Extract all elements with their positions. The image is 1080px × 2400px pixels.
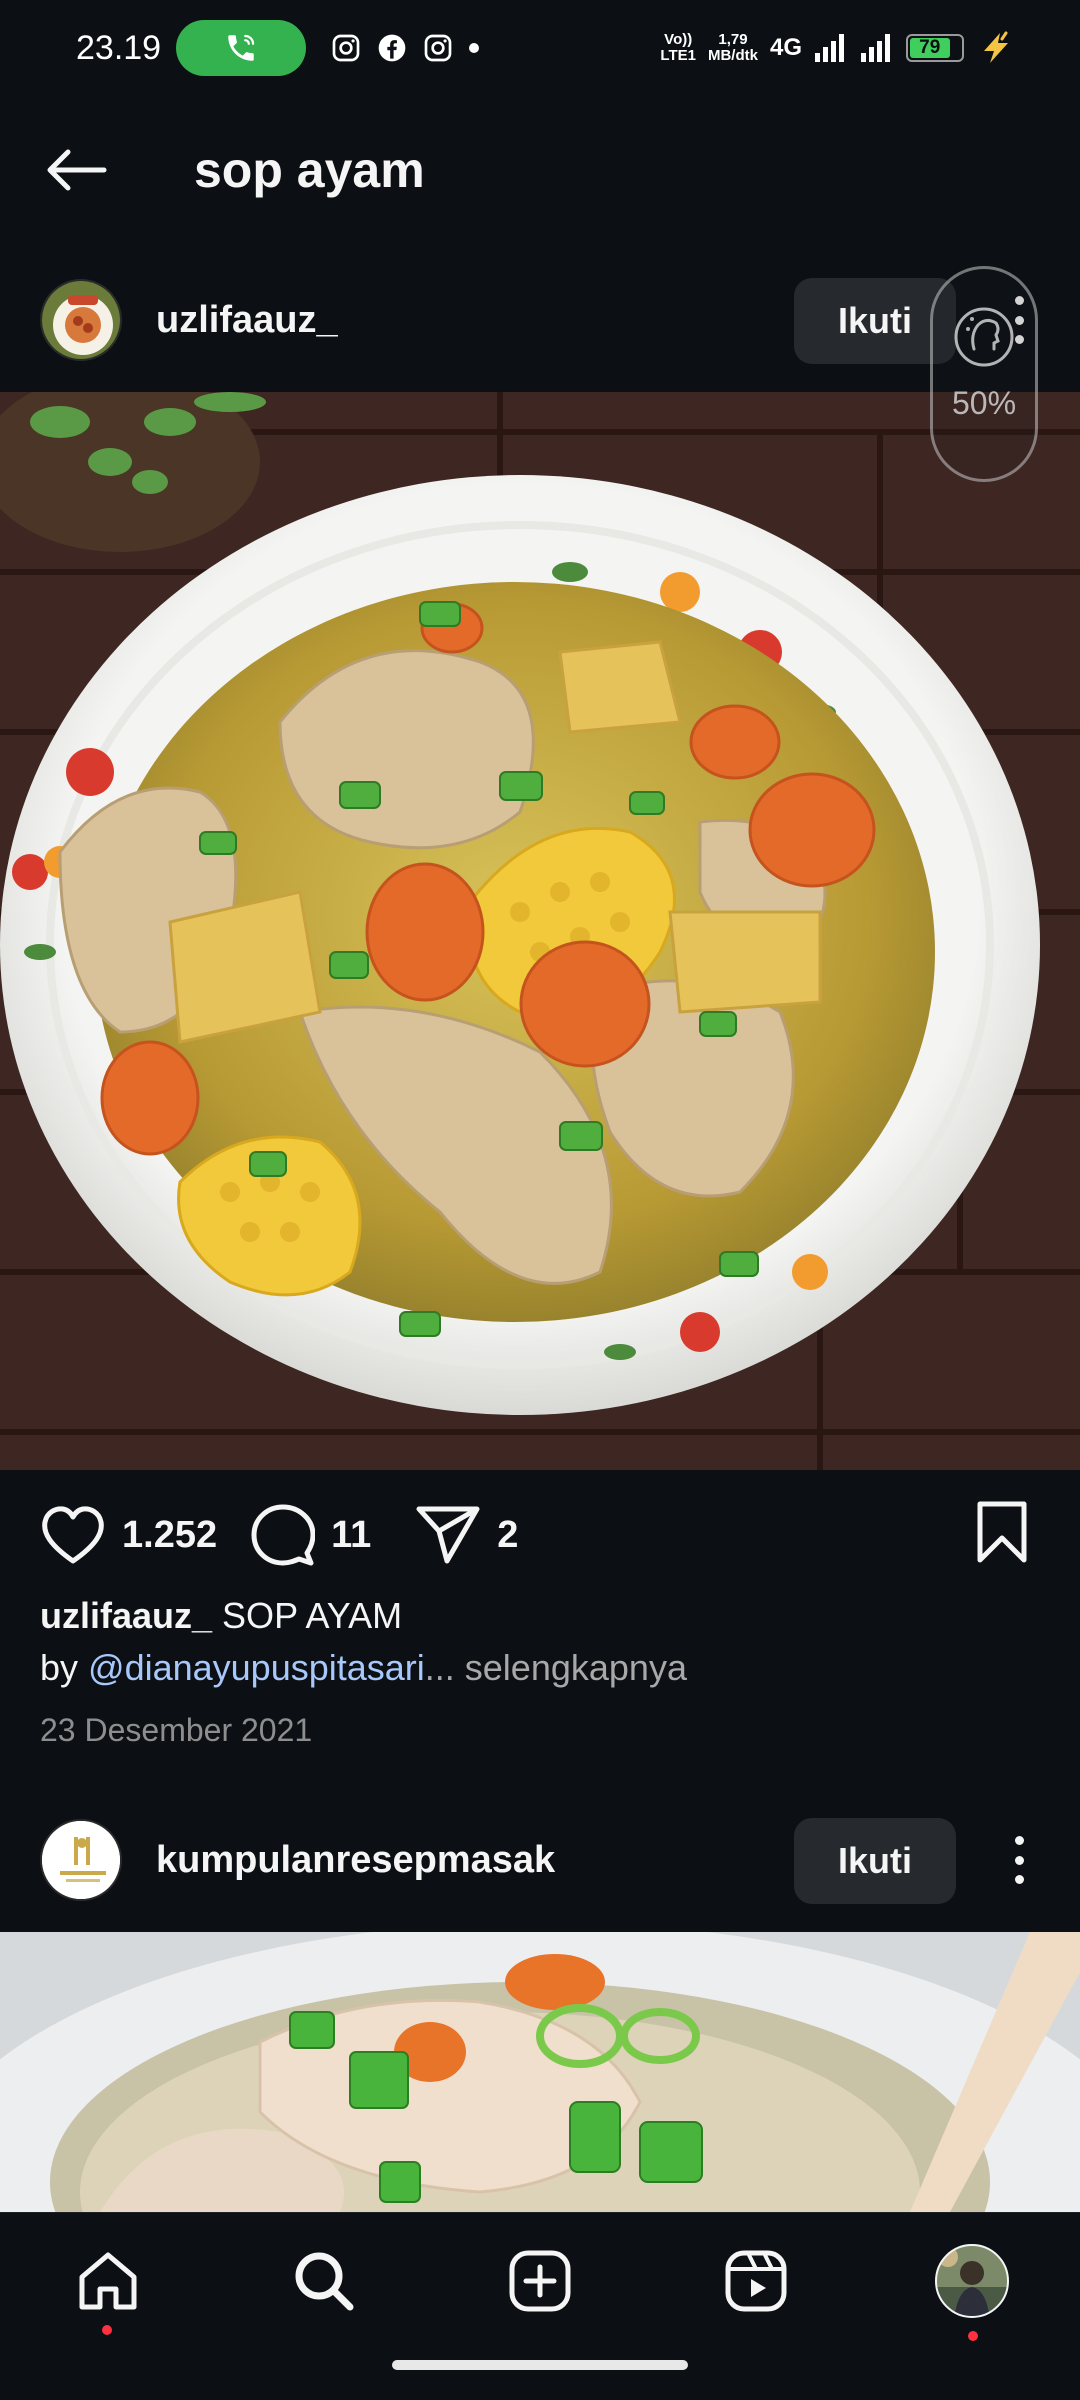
comment-count: 11 xyxy=(331,1513,372,1556)
dot-icon xyxy=(469,43,479,53)
post-header: kumpulanresepmasak Ikuti xyxy=(0,1800,1080,1920)
phone-call-icon xyxy=(228,34,255,61)
create-icon xyxy=(509,2250,571,2312)
post-username[interactable]: uzlifaauz_ xyxy=(156,299,338,342)
chicken-soup-photo xyxy=(0,392,1080,1470)
comment-icon xyxy=(251,1504,316,1566)
battery-fill: 79 xyxy=(910,37,950,58)
nav-create[interactable] xyxy=(498,2239,582,2323)
status-bar: 23.19 Vo)) LTE1 1,79 MB/dtk 4G 79 xyxy=(0,0,1080,96)
notification-dot xyxy=(968,2331,978,2341)
ongoing-call-indicator[interactable] xyxy=(176,20,306,76)
post-actions: 1.252 11 2 xyxy=(0,1490,1080,1580)
network-type: 4G xyxy=(769,34,802,61)
post-caption: uzlifaauz_ SOP AYAM by @dianayupuspitasa… xyxy=(40,1590,1040,1694)
home-indicator[interactable] xyxy=(392,2360,688,2370)
avatar[interactable] xyxy=(40,279,122,361)
battery-indicator: 79 xyxy=(906,34,964,62)
like-count: 1.252 xyxy=(122,1513,218,1556)
nav-search[interactable] xyxy=(282,2239,366,2323)
data-speed: 1,79 MB/dtk xyxy=(707,31,758,64)
search-results-header: sop ayam xyxy=(0,120,1080,220)
more-options-button[interactable] xyxy=(1002,1830,1036,1890)
volte-indicator: Vo)) LTE1 xyxy=(660,31,696,64)
instagram-icon xyxy=(424,34,452,62)
facebook-icon xyxy=(378,34,406,62)
system-status-icons: Vo)) LTE1 1,79 MB/dtk 4G 79 xyxy=(660,31,1016,65)
instagram-icon xyxy=(332,34,360,62)
share-button[interactable]: 2 xyxy=(415,1505,518,1565)
bookmark-icon xyxy=(977,1501,1027,1563)
caption-by: by xyxy=(40,1647,89,1688)
nav-home[interactable] xyxy=(66,2239,150,2335)
see-more-link[interactable]: ... selengkapnya xyxy=(425,1647,687,1688)
follow-button[interactable]: Ikuti xyxy=(794,1818,956,1904)
post-username[interactable]: kumpulanresepmasak xyxy=(156,1839,555,1882)
notification-icons xyxy=(330,32,480,64)
chicken-soup-photo xyxy=(0,1932,1080,2212)
signal-icon xyxy=(815,34,844,62)
profile-avatar xyxy=(935,2244,1009,2318)
bottom-navigation xyxy=(0,2212,1080,2400)
caption-mention[interactable]: @dianayupuspitasari xyxy=(88,1647,425,1688)
notification-dot xyxy=(102,2325,112,2335)
save-button[interactable] xyxy=(974,1500,1030,1569)
like-button[interactable]: 1.252 xyxy=(40,1505,217,1565)
page-title: sop ayam xyxy=(194,142,425,198)
comment-button[interactable]: 11 xyxy=(251,1503,371,1567)
caption-username[interactable]: uzlifaauz_ xyxy=(40,1595,212,1636)
arrow-left-icon xyxy=(47,149,107,191)
face-profile-icon xyxy=(954,307,1014,367)
signal-icon xyxy=(861,34,890,62)
eye-comfort-overlay[interactable]: 50% xyxy=(930,266,1038,482)
post-date: 23 Desember 2021 xyxy=(40,1712,313,1748)
search-icon xyxy=(295,2252,354,2311)
heart-icon xyxy=(42,1506,104,1564)
reels-icon xyxy=(725,2250,787,2312)
caption-text: SOP AYAM xyxy=(212,1595,403,1636)
nav-profile[interactable] xyxy=(930,2239,1014,2341)
send-icon xyxy=(416,1506,480,1564)
avatar[interactable] xyxy=(40,1819,122,1901)
post-header: uzlifaauz_ Ikuti xyxy=(0,260,1080,380)
post-image[interactable] xyxy=(0,1932,1080,2212)
back-button[interactable] xyxy=(36,130,116,210)
nav-reels[interactable] xyxy=(714,2239,798,2323)
charging-icon xyxy=(984,31,1008,63)
post-image[interactable] xyxy=(0,392,1080,1470)
home-icon xyxy=(79,2252,137,2310)
status-time: 23.19 xyxy=(76,28,162,67)
comfort-percent: 50% xyxy=(951,385,1017,421)
share-count: 2 xyxy=(497,1513,519,1556)
